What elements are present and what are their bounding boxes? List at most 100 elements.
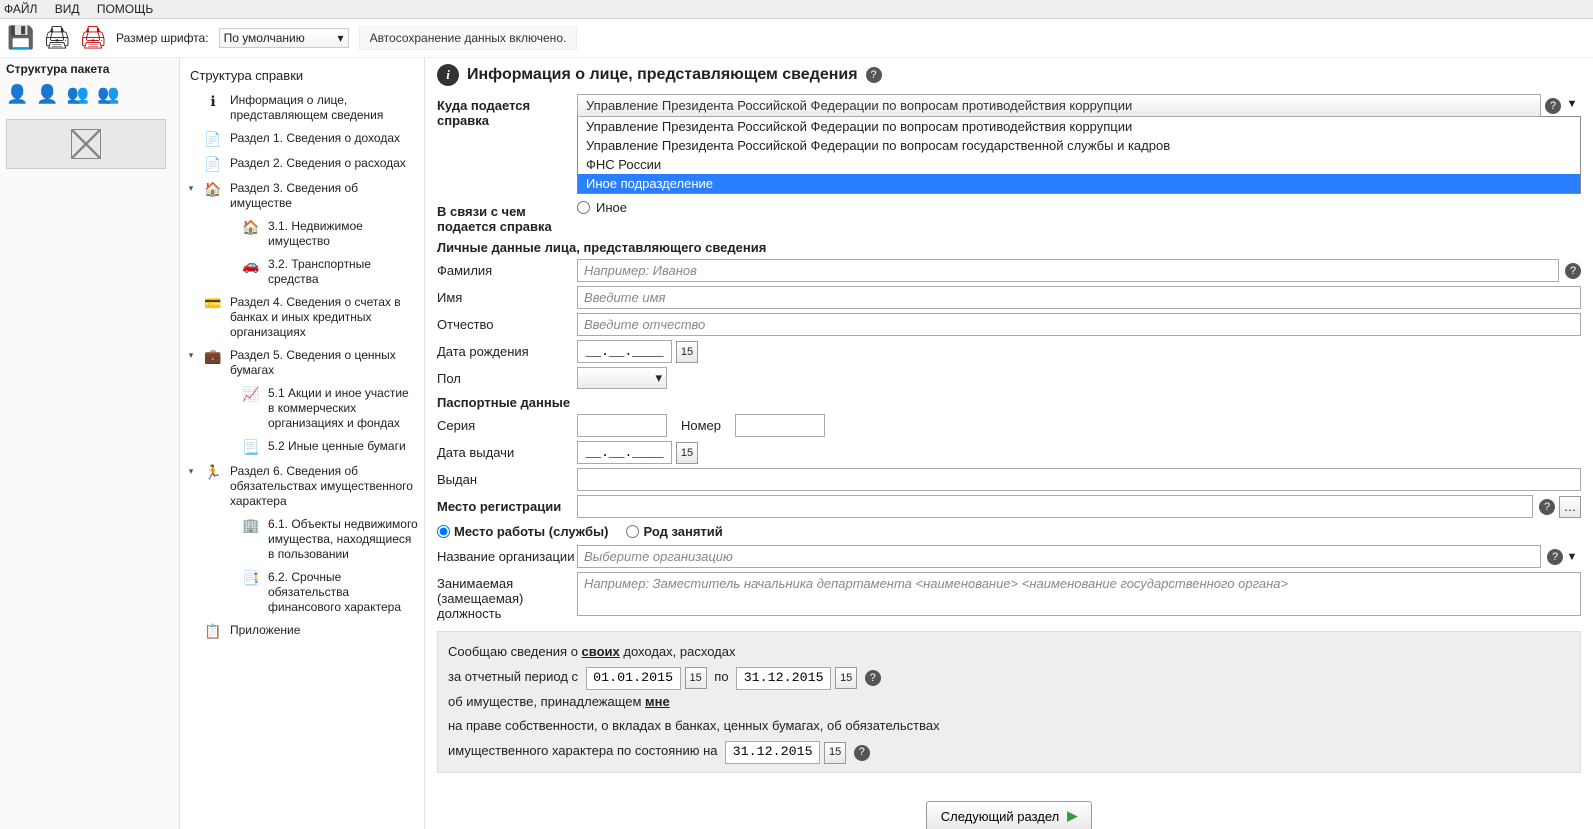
tree-item[interactable]: 🏢 6.1. Объекты недвижимого имущества, нах…: [180, 513, 424, 566]
tree-icon: 📋: [204, 623, 222, 640]
tree-item[interactable]: ▾💼Раздел 5. Сведения о ценных бумагах: [180, 344, 424, 382]
reason-other-text: Иное: [596, 200, 627, 215]
tree-item[interactable]: ℹ Информация о лице, представляющем сведе…: [180, 89, 424, 127]
print-color-icon[interactable]: [80, 25, 106, 51]
tree-label: 6.1. Объекты недвижимого имущества, нахо…: [268, 517, 418, 562]
dob-input[interactable]: [577, 340, 672, 363]
summary-block: Сообщаю сведения о своих доходах, расход…: [437, 631, 1581, 773]
calendar-icon[interactable]: 15: [824, 742, 846, 764]
tree-icon: 📈: [242, 386, 260, 403]
help-icon[interactable]: ?: [1539, 499, 1555, 515]
package-structure-title: Структура пакета: [0, 58, 179, 80]
occupation-radio[interactable]: Род занятий: [626, 524, 722, 539]
tree-label: 3.1. Недвижимое имущество: [268, 219, 418, 249]
package-thumbnail[interactable]: [6, 119, 166, 169]
tree-icon: 📄: [204, 131, 222, 148]
position-input[interactable]: [577, 572, 1581, 616]
help-icon[interactable]: ?: [865, 670, 881, 686]
tree-item[interactable]: 💳Раздел 4. Сведения о счетах в банках и …: [180, 291, 424, 344]
issue-date-input[interactable]: [577, 441, 672, 464]
tree-label: Раздел 4. Сведения о счетах в банках и и…: [230, 295, 418, 340]
name-label: Имя: [437, 286, 577, 305]
tree-icon: ℹ: [204, 93, 222, 110]
tree-item[interactable]: ▾🏃Раздел 6. Сведения об обязательствах и…: [180, 460, 424, 513]
tree-item[interactable]: 📄Раздел 2. Сведения о расходах: [180, 152, 424, 177]
add-person-icon[interactable]: 👤: [36, 84, 58, 105]
calendar-icon[interactable]: 15: [835, 667, 857, 689]
destination-combo[interactable]: Управление Президента Российской Федерац…: [577, 94, 1581, 117]
tree-icon: 💼: [204, 348, 222, 365]
menu-view[interactable]: ВИД: [55, 2, 80, 16]
add-person-icon[interactable]: 👤: [6, 84, 28, 105]
dropdown-option[interactable]: ФНС России: [578, 155, 1580, 174]
tree-label: Раздел 5. Сведения о ценных бумагах: [230, 348, 418, 378]
dropdown-option[interactable]: Иное подразделение: [578, 174, 1580, 193]
tree-icon: 🏠: [242, 219, 260, 236]
dob-label: Дата рождения: [437, 340, 577, 359]
destination-label: Куда подается справка: [437, 94, 577, 128]
position-label: Занимаемая (замещаемая) должность: [437, 572, 577, 621]
number-input[interactable]: [735, 414, 825, 437]
tree-item[interactable]: 🚗3.2. Транспортные средства: [180, 253, 424, 291]
font-size-select[interactable]: По умолчанию ▾: [219, 28, 349, 48]
tree-item[interactable]: 📑6.2. Срочные обязательства финансового …: [180, 566, 424, 619]
tree-label: Приложение: [230, 623, 300, 638]
tree-item[interactable]: 🏠 3.1. Недвижимое имущество: [180, 215, 424, 253]
menu-help[interactable]: ПОМОЩЬ: [97, 2, 153, 16]
calendar-icon[interactable]: 15: [685, 667, 707, 689]
surname-input[interactable]: [577, 259, 1559, 282]
help-icon[interactable]: ?: [866, 67, 882, 83]
asof-date-input[interactable]: [725, 741, 820, 764]
save-icon[interactable]: [8, 25, 34, 51]
help-icon[interactable]: ?: [854, 745, 870, 761]
font-size-label: Размер шрифта:: [116, 31, 209, 45]
reference-structure-panel: Структура справки ℹИнформация о лице, пр…: [180, 58, 425, 829]
print-icon[interactable]: [44, 25, 70, 51]
tree-label: 3.2. Транспортные средства: [268, 257, 418, 287]
dropdown-option[interactable]: Управление Президента Российской Федерац…: [578, 136, 1580, 155]
surname-label: Фамилия: [437, 259, 577, 278]
period-from-input[interactable]: [586, 667, 681, 690]
personal-data-heading: Личные данные лица, представляющего свед…: [437, 240, 1581, 255]
tree-item[interactable]: 📈 5.1 Акции и иное участие в коммерческих…: [180, 382, 424, 435]
patronymic-input[interactable]: [577, 313, 1581, 336]
tree-icon: 🏃: [204, 464, 222, 481]
next-section-button[interactable]: Следующий раздел▶: [926, 801, 1093, 829]
org-input[interactable]: [577, 545, 1541, 568]
tree-icon: 🏠: [204, 181, 222, 198]
destination-dropdown: Управление Президента Российской Федерац…: [577, 116, 1581, 194]
series-input[interactable]: [577, 414, 667, 437]
tree-label: Информация о лице, представляющем сведен…: [230, 93, 418, 123]
period-to-input[interactable]: [736, 667, 831, 690]
help-icon[interactable]: ?: [1565, 263, 1581, 279]
browse-button[interactable]: …: [1559, 496, 1581, 518]
tree-item[interactable]: 📄 Раздел 1. Сведения о доходах: [180, 127, 424, 152]
name-input[interactable]: [577, 286, 1581, 309]
registration-label: Место регистрации: [437, 495, 577, 514]
add-people-icon[interactable]: 👥: [97, 84, 119, 105]
help-icon[interactable]: ?: [1545, 98, 1561, 114]
calendar-icon[interactable]: 15: [676, 341, 698, 363]
tree-label: Раздел 1. Сведения о доходах: [230, 131, 400, 146]
issued-by-input[interactable]: [577, 468, 1581, 491]
help-icon[interactable]: ?: [1547, 549, 1563, 565]
add-people-icon[interactable]: 👥: [67, 84, 89, 105]
registration-input[interactable]: [577, 495, 1533, 518]
tree-item[interactable]: 📃5.2 Иные ценные бумаги: [180, 435, 424, 460]
tree-label: 5.2 Иные ценные бумаги: [268, 439, 406, 454]
gender-select[interactable]: ▾: [577, 367, 667, 389]
tree-icon: 📄: [204, 156, 222, 173]
workplace-radio[interactable]: Место работы (службы): [437, 524, 608, 539]
dropdown-option[interactable]: Управление Президента Российской Федерац…: [578, 117, 1580, 136]
org-label: Название организации: [437, 545, 577, 564]
tree-icon: 🏢: [242, 517, 260, 534]
chevron-down-icon[interactable]: ▼: [1563, 98, 1581, 114]
calendar-icon[interactable]: 15: [676, 442, 698, 464]
reason-other-radio[interactable]: [577, 201, 590, 214]
gender-label: Пол: [437, 367, 577, 386]
tree-label: 5.1 Акции и иное участие в коммерческих …: [268, 386, 418, 431]
chevron-down-icon[interactable]: ▼: [1563, 551, 1581, 563]
menu-file[interactable]: ФАЙЛ: [4, 2, 37, 16]
tree-item[interactable]: 📋 Приложение: [180, 619, 424, 644]
tree-item[interactable]: ▾🏠Раздел 3. Сведения об имуществе: [180, 177, 424, 215]
